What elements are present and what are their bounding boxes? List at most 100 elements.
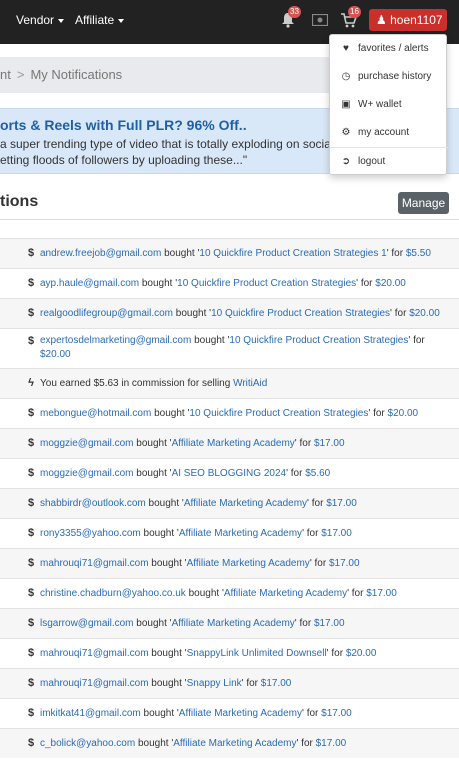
notification-verb: bought ' xyxy=(148,648,187,659)
affiliate-menu[interactable]: Affiliate xyxy=(75,13,125,27)
buyer-email-link[interactable]: shabbirdr@outlook.com xyxy=(40,498,146,509)
notification-row: $ imkitkat41@gmail.com bought 'Affiliate … xyxy=(0,698,459,728)
buyer-email-link[interactable]: mebongue@hotmail.com xyxy=(40,408,151,419)
price-link[interactable]: $20.00 xyxy=(40,349,71,360)
notification-text: ayp.haule@gmail.com bought '10 Quickfire… xyxy=(40,277,447,291)
wallet-button[interactable] xyxy=(311,13,329,29)
notification-row: $ moggzie@gmail.com bought 'AI SEO BLOGGI… xyxy=(0,458,459,488)
notification-text: moggzie@gmail.com bought 'AI SEO BLOGGIN… xyxy=(40,467,447,481)
price-link[interactable]: $20.00 xyxy=(409,308,440,319)
notification-connector: ' for xyxy=(241,678,261,689)
product-link[interactable]: Affiliate Marketing Academy xyxy=(187,558,310,569)
price-link[interactable]: $5.60 xyxy=(305,468,330,479)
price-link[interactable]: $20.00 xyxy=(388,408,419,419)
notification-text: moggzie@gmail.com bought 'Affiliate Mark… xyxy=(40,437,447,451)
product-link[interactable]: Affiliate Marketing Academy xyxy=(224,588,347,599)
chevron-down-icon xyxy=(118,18,125,23)
menu-item-wallet[interactable]: ▣ W+ wallet xyxy=(330,91,448,119)
price-link[interactable]: $17.00 xyxy=(314,438,345,449)
product-link[interactable]: Affiliate Marketing Academy xyxy=(179,528,302,539)
username: hoen1107 xyxy=(390,13,443,27)
dollar-icon: $ xyxy=(27,497,35,509)
buyer-email-link[interactable]: moggzie@gmail.com xyxy=(40,468,134,479)
buyer-email-link[interactable]: andrew.freejob@gmail.com xyxy=(40,248,161,259)
buyer-email-link[interactable]: rony3355@yahoo.com xyxy=(40,528,141,539)
price-link[interactable]: $17.00 xyxy=(261,678,292,689)
price-link[interactable]: $20.00 xyxy=(375,278,406,289)
menu-item-logout[interactable]: ➲ logout xyxy=(330,148,448,176)
notification-row: $ christine.chadburn@yahoo.co.uk bought '… xyxy=(0,578,459,608)
notification-verb: bought ' xyxy=(133,468,172,479)
notification-connector: ' for xyxy=(302,528,322,539)
notification-text: c_bolick@yahoo.com bought 'Affiliate Mar… xyxy=(40,737,447,751)
promo-title[interactable]: orts & Reels with Full PLR? 96% Off.. xyxy=(0,117,247,133)
product-link[interactable]: 10 Quickfire Product Creation Strategies xyxy=(229,335,408,346)
vendor-label: Vendor xyxy=(16,13,55,27)
buyer-email-link[interactable]: mahrouqi71@gmail.com xyxy=(40,648,149,659)
product-link[interactable]: Affiliate Marketing Academy xyxy=(184,498,307,509)
notification-row: $ realgoodlifegroup@gmail.com bought '10 … xyxy=(0,298,459,328)
product-link[interactable]: 10 Quickfire Product Creation Strategies xyxy=(177,278,356,289)
notification-connector: ' for xyxy=(408,335,425,346)
notification-connector: ' for xyxy=(356,278,376,289)
notification-row: $ mahrouqi71@gmail.com bought 'Affiliate … xyxy=(0,548,459,578)
price-link[interactable]: $5.50 xyxy=(406,248,431,259)
product-link[interactable]: Snappy Link xyxy=(187,678,242,689)
price-link[interactable]: $17.00 xyxy=(321,528,352,539)
notification-verb: You earned $5.63 in commission for selli… xyxy=(40,378,234,389)
notification-text: mahrouqi71@gmail.com bought 'Snappy Link… xyxy=(40,677,447,691)
buyer-email-link[interactable]: mahrouqi71@gmail.com xyxy=(40,558,149,569)
manage-button[interactable]: Manage xyxy=(398,192,449,214)
buyer-email-link[interactable]: lsgarrow@gmail.com xyxy=(40,618,134,629)
notification-verb: bought ' xyxy=(185,588,224,599)
notification-connector: ' for xyxy=(302,708,322,719)
price-link[interactable]: $17.00 xyxy=(316,738,347,749)
product-link[interactable]: Affiliate Marketing Academy xyxy=(172,618,295,629)
menu-item-favorites[interactable]: ♥ favorites / alerts xyxy=(330,35,448,63)
menu-item-label: W+ wallet xyxy=(358,99,402,110)
notification-row: $ c_bolick@yahoo.com bought 'Affiliate Ma… xyxy=(0,728,459,758)
price-link[interactable]: $17.00 xyxy=(326,498,357,509)
buyer-email-link[interactable]: c_bolick@yahoo.com xyxy=(40,738,135,749)
notification-verb: bought ' xyxy=(148,678,187,689)
cart-button[interactable]: 16 xyxy=(341,6,361,31)
product-link[interactable]: SnappyLink Unlimited Downsell xyxy=(187,648,327,659)
history-icon: ◷ xyxy=(341,71,351,82)
buyer-email-link[interactable]: realgoodlifegroup@gmail.com xyxy=(40,308,173,319)
vendor-menu[interactable]: Vendor xyxy=(16,13,65,27)
price-link[interactable]: $17.00 xyxy=(366,588,397,599)
buyer-email-link[interactable]: expertosdelmarketing@gmail.com xyxy=(40,335,191,346)
product-link[interactable]: 10 Quickfire Product Creation Strategies xyxy=(211,308,390,319)
product-link[interactable]: 10 Quickfire Product Creation Strategies xyxy=(189,408,368,419)
gear-icon: ⚙ xyxy=(341,127,351,138)
notification-row: $ mahrouqi71@gmail.com bought 'SnappyLink… xyxy=(0,638,459,668)
menu-item-my-account[interactable]: ⚙ my account xyxy=(330,119,448,147)
buyer-email-link[interactable]: ayp.haule@gmail.com xyxy=(40,278,139,289)
dollar-icon: $ xyxy=(27,277,35,289)
price-link[interactable]: $17.00 xyxy=(321,708,352,719)
buyer-email-link[interactable]: moggzie@gmail.com xyxy=(40,438,134,449)
user-menu-button[interactable]: ♟ hoen1107 xyxy=(369,9,447,45)
buyer-email-link[interactable]: imkitkat41@gmail.com xyxy=(40,708,141,719)
dollar-icon: $ xyxy=(27,335,35,347)
product-link[interactable]: AI SEO BLOGGING 2024 xyxy=(172,468,287,479)
notification-verb: bought ' xyxy=(133,618,172,629)
breadcrumb-parent[interactable]: nt xyxy=(0,67,11,82)
buyer-email-link[interactable]: christine.chadburn@yahoo.co.uk xyxy=(40,588,186,599)
lightning-icon: ϟ xyxy=(28,377,34,389)
menu-item-purchase-history[interactable]: ◷ purchase history xyxy=(330,63,448,91)
product-link[interactable]: WritiAid xyxy=(233,378,267,389)
notification-connector: ' for xyxy=(386,248,406,259)
product-link[interactable]: Affiliate Marketing Academy xyxy=(173,738,296,749)
product-link[interactable]: 10 Quickfire Product Creation Strategies… xyxy=(199,248,386,259)
price-link[interactable]: $17.00 xyxy=(329,558,360,569)
notifications-button[interactable]: 33 xyxy=(281,6,301,31)
menu-item-label: logout xyxy=(358,156,386,167)
product-link[interactable]: Affiliate Marketing Academy xyxy=(172,438,295,449)
product-link[interactable]: Affiliate Marketing Academy xyxy=(179,708,302,719)
notification-connector: ' for xyxy=(347,588,367,599)
price-link[interactable]: $17.00 xyxy=(314,618,345,629)
price-link[interactable]: $20.00 xyxy=(346,648,377,659)
buyer-email-link[interactable]: mahrouqi71@gmail.com xyxy=(40,678,149,689)
dollar-icon: $ xyxy=(27,307,35,319)
